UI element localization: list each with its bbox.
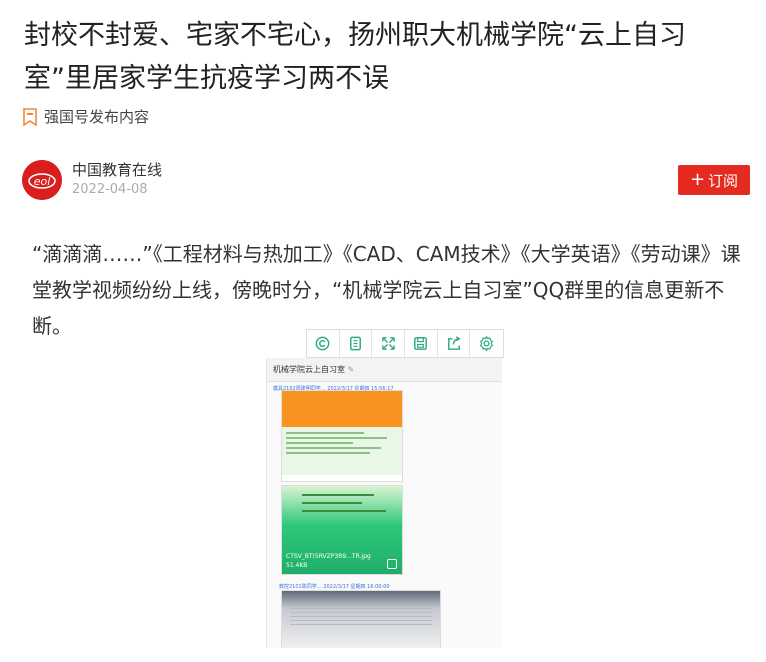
settings-icon[interactable] (470, 330, 503, 357)
source-label: 强国号发布内容 (44, 108, 150, 126)
image-toolbar (306, 329, 504, 358)
group-title: 机械学院云上自习室 ✎ (267, 358, 502, 382)
avatar-text: eol (34, 175, 51, 188)
source-row: 强国号发布内容 (22, 106, 149, 127)
share-icon[interactable] (438, 330, 471, 357)
publish-date: 2022-04-08 (72, 182, 148, 197)
group-title-text: 机械学院云上自习室 (273, 365, 345, 374)
save-icon[interactable] (405, 330, 438, 357)
image-text-block (282, 427, 402, 475)
file-name: CTSV_BT(5RVZP3R9...TR.jpg (286, 553, 371, 560)
message-image-document (281, 590, 441, 648)
author-name[interactable]: 中国教育在线 (72, 160, 162, 180)
author-info: 中国教育在线 2022-04-08 (72, 160, 162, 200)
copy-icon[interactable] (340, 330, 373, 357)
expand-icon[interactable] (372, 330, 406, 357)
bookmark-icon (22, 107, 38, 126)
image-orange-block (282, 391, 402, 427)
ocr-icon[interactable] (307, 330, 340, 357)
article-body: “滴滴滴……”《工程材料与热加工》《CAD、CAM技术》《大学英语》《劳动课》课… (32, 242, 741, 338)
edit-icon: ✎ (347, 365, 355, 374)
download-icon (387, 559, 397, 569)
subscribe-label: 订阅 (708, 171, 739, 190)
article-title: 封校不封爱、宅家不宅心，扬州职大机械学院“云上自习室”里居家学生抗疫学习两不误 (24, 20, 686, 94)
file-size: 51.4KB (286, 562, 308, 569)
subscribe-button[interactable]: + 订阅 (678, 165, 750, 195)
message-image (281, 390, 403, 482)
avatar[interactable]: eol (22, 160, 62, 200)
author-row: eol 中国教育在线 2022-04-08 + 订阅 (22, 158, 750, 202)
message-image-file: CTSV_BT(5RVZP3R9...TR.jpg 51.4KB (281, 485, 403, 575)
article-image[interactable]: 机械学院云上自习室 ✎ 模具2102周建明同学… 2022/3/17 星期四 1… (266, 358, 502, 648)
plus-icon: + (689, 169, 706, 190)
